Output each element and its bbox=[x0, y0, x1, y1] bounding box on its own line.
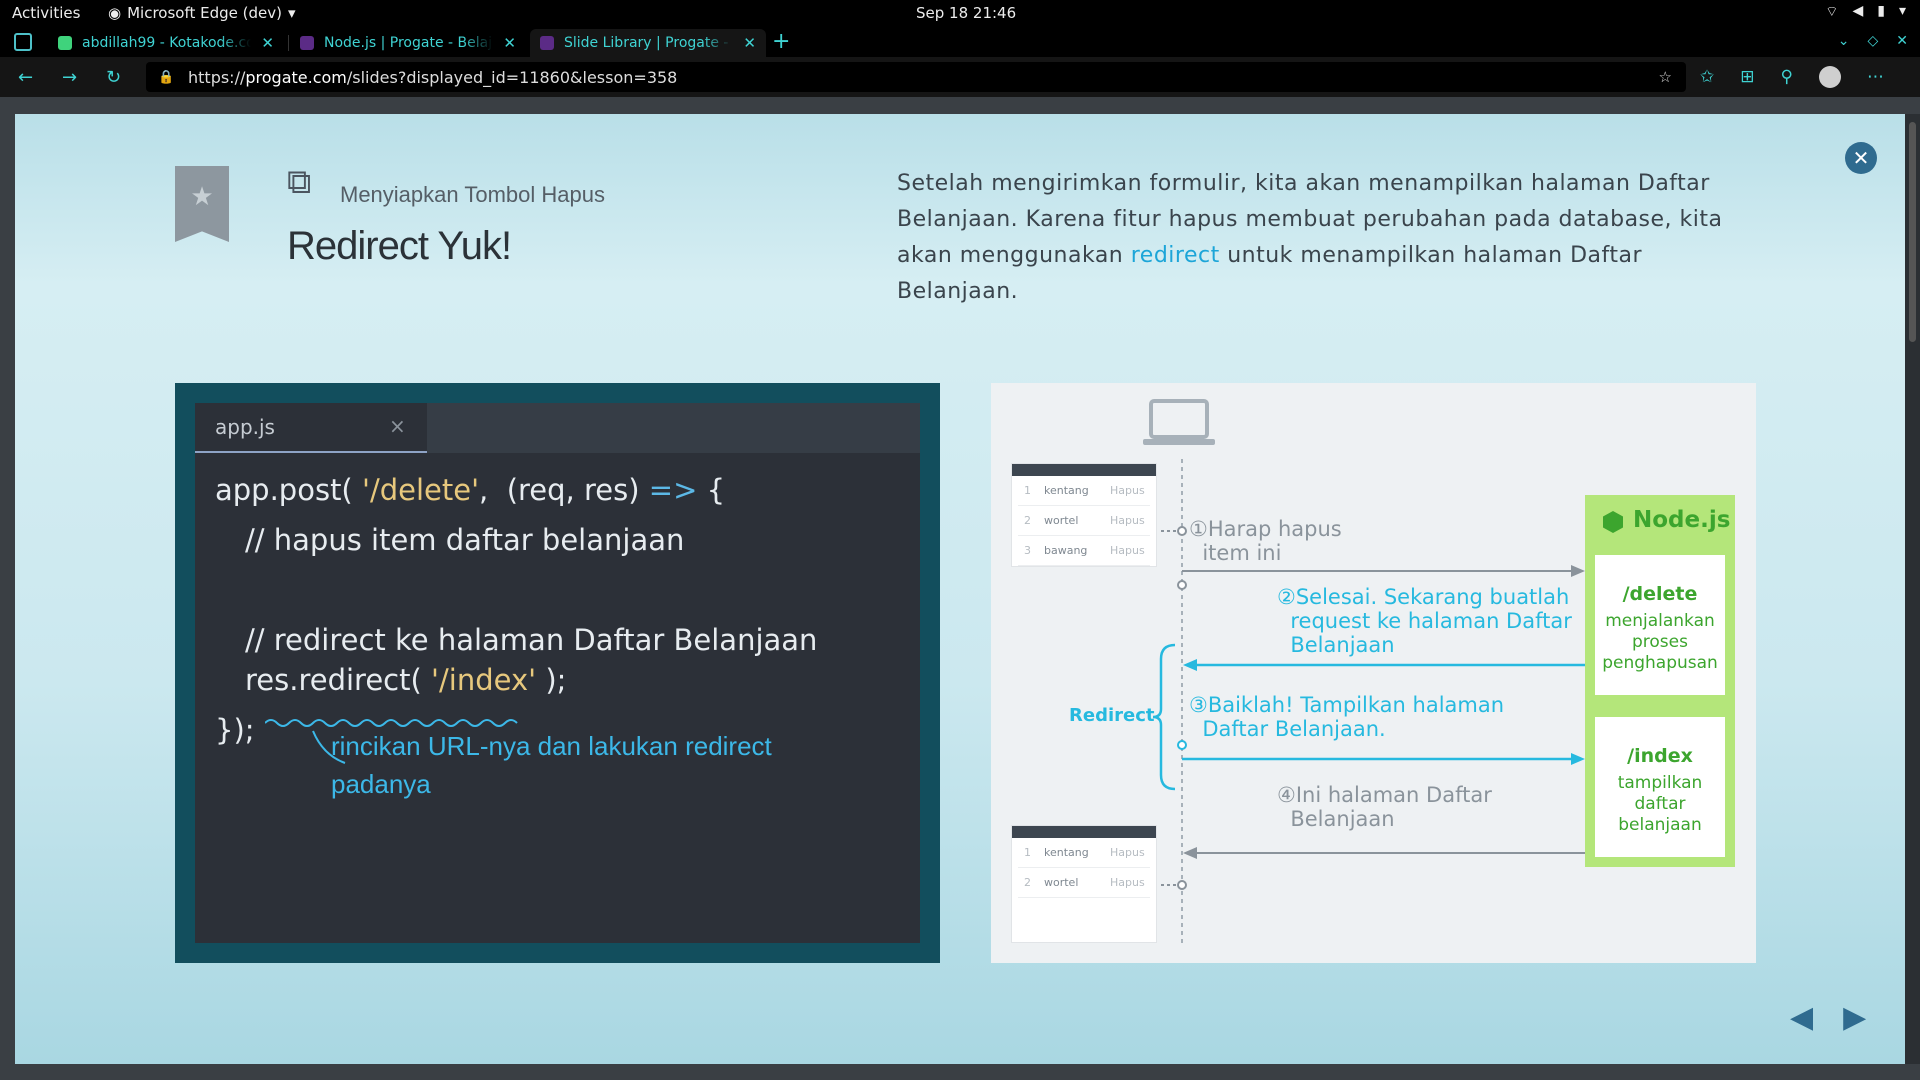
star-icon: ★ bbox=[190, 182, 214, 212]
editor-tab-bar: app.js × bbox=[195, 403, 920, 453]
app-menu[interactable]: ◉ Microsoft Edge (dev) ▾ bbox=[108, 4, 296, 22]
progate-favicon bbox=[300, 36, 314, 50]
activities-button[interactable]: Activities bbox=[12, 4, 80, 22]
tab-title: Slide Library | Progate - Belajar bbox=[564, 35, 733, 51]
slide-modal: ✕ ★ ⧉ Menyiapkan Tombol Hapus Redirect Y… bbox=[15, 114, 1905, 1064]
slide-navigation: ◀ ▶ bbox=[1790, 1000, 1866, 1035]
extensions-icon[interactable]: ⚲ bbox=[1781, 67, 1793, 87]
redirect-highlight: redirect bbox=[1130, 243, 1220, 268]
slide-title: Redirect Yuk! bbox=[287, 224, 512, 268]
external-link-icon: ⧉ bbox=[287, 162, 312, 202]
system-tray[interactable]: ⌔ ◀ ▮ ▾ bbox=[1825, 3, 1906, 21]
tab-search-icon[interactable]: ⌄ bbox=[1838, 33, 1850, 49]
shopping-list-after: 1 kentang Hapus 2 wortel Hapus bbox=[1011, 825, 1157, 943]
laptop-icon bbox=[1149, 399, 1209, 439]
tab-strip: abdillah99 - Kotakode.com ✕ Node.js | Pr… bbox=[0, 27, 1920, 57]
redirect-note: rincikan URL-nya dan lakukan redirect pa… bbox=[331, 731, 772, 799]
code-line: app.post( '/delete', (req, res) => { bbox=[215, 473, 726, 507]
code-comment: // redirect ke halaman Daftar Belanjaan bbox=[245, 623, 818, 657]
more-menu-icon[interactable]: ⋯ bbox=[1867, 67, 1884, 87]
add-favorite-icon[interactable]: ☆ bbox=[1659, 68, 1672, 86]
edge-icon: ◉ bbox=[108, 4, 122, 22]
app-menu-label: Microsoft Edge (dev) bbox=[127, 4, 282, 22]
list-item: 2 wortel Hapus bbox=[1018, 868, 1150, 898]
close-slide-icon[interactable]: ✕ bbox=[1845, 142, 1877, 174]
close-tab-icon[interactable]: ✕ bbox=[261, 34, 274, 52]
tab-slide-library[interactable]: Slide Library | Progate - Belajar ✕ bbox=[530, 29, 766, 57]
code-comment: // hapus item daftar belanjaan bbox=[245, 523, 685, 557]
collections-icon[interactable]: ⊞ bbox=[1740, 67, 1754, 87]
close-file-icon[interactable]: × bbox=[389, 414, 406, 438]
step-3-label: ③Baiklah! Tampilkan halaman Daftar Belan… bbox=[1189, 693, 1505, 741]
close-window-icon[interactable]: ✕ bbox=[1896, 33, 1908, 49]
tab-title: abdillah99 - Kotakode.com bbox=[82, 35, 252, 51]
refresh-icon[interactable]: ↻ bbox=[106, 67, 121, 88]
clock[interactable]: Sep 18 21:46 bbox=[916, 4, 1016, 22]
favorites-icon[interactable]: ✩ bbox=[1700, 67, 1714, 87]
lock-icon[interactable]: 🔒 bbox=[158, 70, 174, 85]
tab-title: Node.js | Progate - Belajar bbox=[324, 35, 494, 51]
toolbar: ✩ ⊞ ⚲ ⋯ bbox=[1700, 66, 1884, 88]
bookmark-icon[interactable]: ★ bbox=[175, 166, 229, 242]
dev-channel-icon[interactable]: ◇ bbox=[1867, 33, 1878, 49]
file-tab[interactable]: app.js × bbox=[195, 403, 427, 453]
next-slide-icon[interactable]: ▶ bbox=[1843, 1000, 1866, 1035]
code-line: }); bbox=[215, 713, 255, 747]
step-2-label: ②Selesai. Sekarang buatlah request ke ha… bbox=[1277, 585, 1572, 657]
navigation-bar: ← → ↻ 🔒 https://progate.com/slides?displ… bbox=[0, 57, 1920, 97]
back-icon[interactable]: ← bbox=[18, 67, 33, 88]
power-menu-icon: ▾ bbox=[1898, 3, 1906, 19]
page-scrollbar[interactable] bbox=[1905, 114, 1920, 1064]
code-panel: app.js × app.post( '/delete', (req, res)… bbox=[175, 383, 940, 963]
list-item: 3 bawang Hapus bbox=[1018, 536, 1150, 566]
caret-down-icon: ▾ bbox=[287, 4, 296, 22]
route-index: /index tampilkan daftar belanjaan bbox=[1595, 717, 1725, 857]
redirect-diagram: 1 kentang Hapus 2 wortel Hapus 3 bawang Hapus … bbox=[991, 383, 1756, 963]
list-item: 1 kentang Hapus bbox=[1018, 476, 1150, 506]
nodejs-server: Node.js /delete menjalankan proses pengh… bbox=[1585, 495, 1735, 867]
nodejs-logo-icon bbox=[1603, 511, 1623, 533]
code-line: res.redirect( '/index' ); bbox=[245, 663, 567, 697]
step-1-label: ①Harap hapus item ini bbox=[1189, 517, 1342, 565]
nodejs-title: Node.js bbox=[1633, 507, 1731, 533]
step-4-label: ④Ini halaman Daftar Belanjaan bbox=[1277, 783, 1492, 831]
new-tab-button[interactable]: + bbox=[772, 29, 790, 54]
list-item: 1 kentang Hapus bbox=[1018, 838, 1150, 868]
file-name: app.js bbox=[215, 415, 275, 439]
profile-avatar[interactable] bbox=[1818, 66, 1841, 88]
forward-icon[interactable]: → bbox=[62, 67, 77, 88]
address-bar[interactable]: 🔒 https://progate.com/slides?displayed_i… bbox=[146, 62, 1686, 92]
vertical-tabs-icon[interactable] bbox=[14, 33, 32, 51]
slide-description: Setelah mengirimkan formulir, kita akan … bbox=[897, 171, 1723, 304]
volume-icon: ◀ bbox=[1852, 3, 1864, 19]
route-delete: /delete menjalankan proses penghapusan bbox=[1595, 555, 1725, 695]
close-tab-icon[interactable]: ✕ bbox=[503, 34, 516, 52]
redirect-label: Redirect bbox=[1069, 705, 1155, 726]
progate-favicon bbox=[540, 36, 554, 50]
previous-slide-icon[interactable]: ◀ bbox=[1790, 1000, 1813, 1035]
tab-progate-nodejs[interactable]: Node.js | Progate - Belajar ✕ bbox=[290, 29, 526, 57]
shopping-list-before: 1 kentang Hapus 2 wortel Hapus 3 bawang Hapus bbox=[1011, 463, 1157, 567]
battery-icon: ▮ bbox=[1877, 3, 1885, 19]
slide-subtitle: Menyiapkan Tombol Hapus bbox=[340, 182, 605, 207]
tab-strip-actions: ⌄ ◇ ✕ bbox=[1838, 33, 1908, 49]
list-item: 2 wortel Hapus bbox=[1018, 506, 1150, 536]
close-tab-icon[interactable]: ✕ bbox=[743, 34, 756, 52]
tab-kotakode[interactable]: abdillah99 - Kotakode.com ✕ bbox=[48, 29, 284, 57]
page-background: ✕ ★ ⧉ Menyiapkan Tombol Hapus Redirect Y… bbox=[0, 97, 1920, 1080]
tab-favicon bbox=[58, 36, 72, 50]
code-editor: app.js × app.post( '/delete', (req, res)… bbox=[195, 403, 920, 943]
system-top-bar: Activities ◉ Microsoft Edge (dev) ▾ Sep … bbox=[0, 0, 1920, 27]
wifi-icon: ⌔ bbox=[1825, 4, 1839, 20]
url-text[interactable]: https://progate.com/slides?displayed_id=… bbox=[188, 68, 677, 87]
